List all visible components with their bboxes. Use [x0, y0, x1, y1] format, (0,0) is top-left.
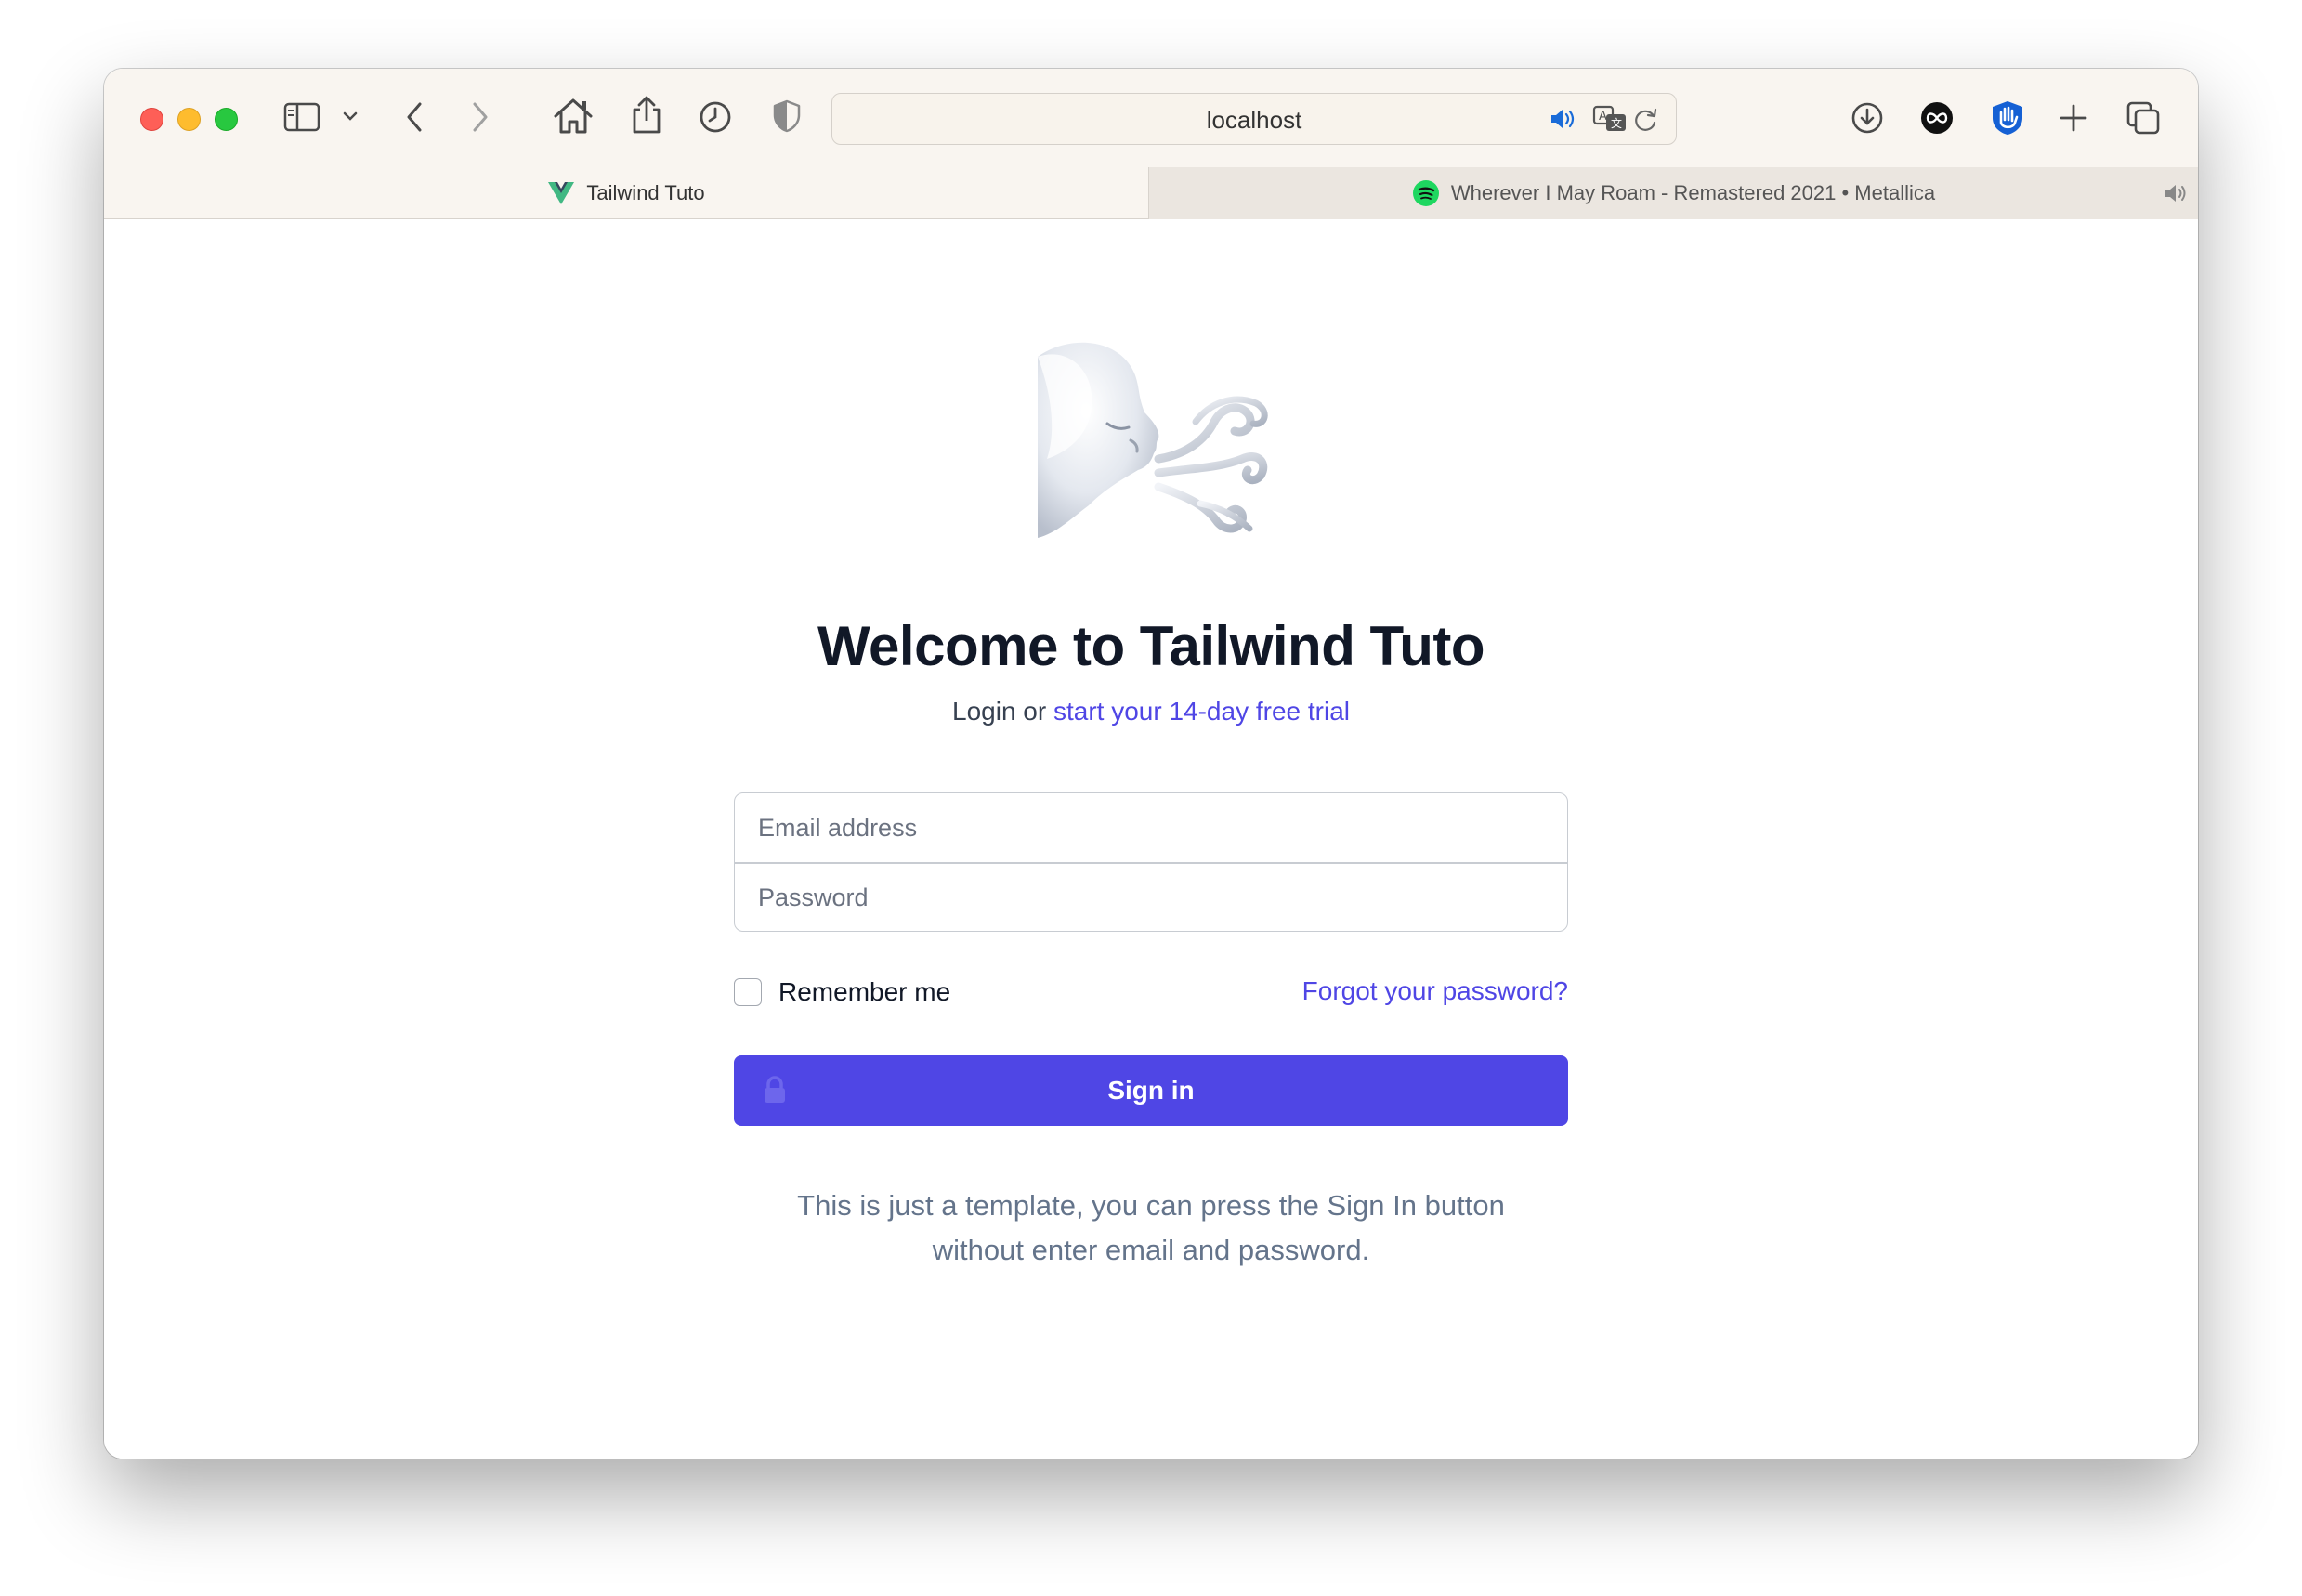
close-window-button[interactable] — [140, 108, 163, 131]
address-bar[interactable]: localhost A文 — [831, 93, 1677, 145]
subtitle-text: Login or — [952, 697, 1053, 726]
history-icon[interactable] — [699, 100, 732, 134]
tab-audio-icon[interactable] — [2163, 182, 2189, 210]
template-note-line-2: without enter email and password. — [932, 1234, 1370, 1266]
wind-face-icon — [1019, 338, 1288, 547]
audio-icon[interactable] — [1549, 107, 1576, 131]
free-trial-link[interactable]: start your 14-day free trial — [1053, 697, 1350, 726]
tab-spotify[interactable]: Wherever I May Roam - Remastered 2021 • … — [1148, 167, 2198, 219]
tab-title: Tailwind Tuto — [586, 181, 705, 204]
translate-icon[interactable]: A文 — [1592, 105, 1628, 133]
svg-text:文: 文 — [1611, 116, 1622, 130]
tab-bar: Tailwind Tuto Wherever I May Roam - Rema… — [104, 167, 2198, 219]
tab-tailwind-tuto[interactable]: Tailwind Tuto — [104, 167, 1148, 219]
tabs-overview-icon[interactable] — [2125, 100, 2161, 136]
new-tab-icon[interactable] — [2059, 103, 2088, 133]
share-icon[interactable] — [630, 95, 663, 136]
login-inputs — [734, 792, 1568, 932]
minimize-window-button[interactable] — [177, 108, 201, 131]
spotify-icon — [1412, 179, 1440, 207]
forward-icon[interactable] — [469, 100, 491, 134]
page-subtitle: Login or start your 14-day free trial — [104, 697, 2198, 726]
remember-label[interactable]: Remember me — [778, 977, 950, 1007]
browser-toolbar: localhost A文 — [104, 69, 2198, 167]
remember-checkbox[interactable] — [734, 978, 762, 1006]
page-title: Welcome to Tailwind Tuto — [817, 615, 1485, 677]
download-icon[interactable] — [1851, 101, 1884, 135]
vue-icon — [547, 180, 575, 206]
hand-icon[interactable] — [1989, 99, 2026, 137]
reload-icon[interactable] — [1633, 107, 1659, 133]
home-icon[interactable] — [553, 97, 594, 136]
maximize-window-button[interactable] — [215, 108, 238, 131]
sign-in-button[interactable]: Sign in — [734, 1055, 1568, 1126]
page-content: Welcome to Tailwind Tuto Login or start … — [104, 219, 2198, 1459]
remember-me[interactable]: Remember me — [734, 977, 950, 1007]
browser-window: localhost A文 Tailwind Tuto Wherever I Ma… — [104, 69, 2198, 1459]
sidebar-icon[interactable] — [283, 102, 320, 132]
password-field[interactable] — [735, 863, 1567, 931]
forgot-password-link[interactable]: Forgot your password? — [1302, 977, 1568, 1005]
template-note: This is just a template, you can press t… — [104, 1184, 2198, 1273]
svg-text:A: A — [1599, 110, 1607, 124]
chevron-down-icon[interactable] — [342, 110, 359, 123]
back-icon[interactable] — [403, 100, 425, 134]
lock-icon — [763, 1076, 787, 1110]
infinity-icon[interactable] — [1920, 101, 1954, 135]
tab-title: Wherever I May Roam - Remastered 2021 • … — [1450, 181, 1936, 204]
shield-icon[interactable] — [772, 98, 802, 134]
sign-in-label: Sign in — [1107, 1076, 1195, 1105]
template-note-line-1: This is just a template, you can press t… — [797, 1189, 1505, 1222]
email-field[interactable] — [735, 793, 1567, 862]
